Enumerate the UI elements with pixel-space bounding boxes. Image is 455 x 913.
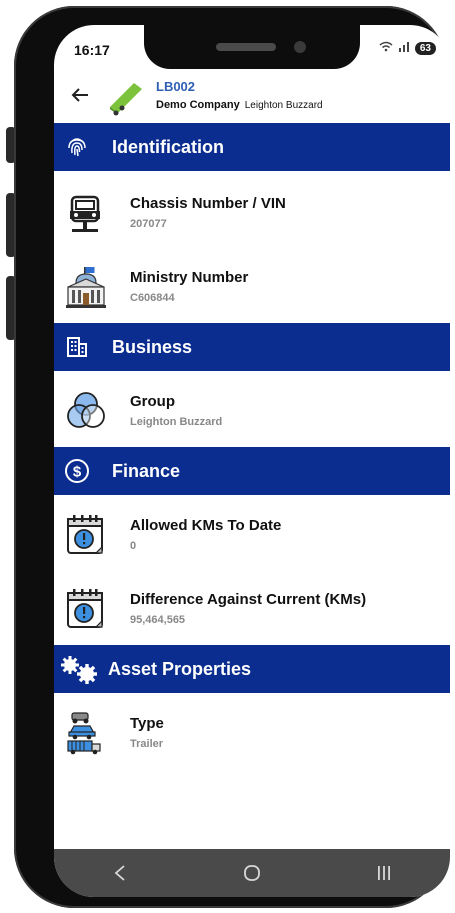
row-type[interactable]: Type Trailer: [54, 695, 450, 769]
row-label: Ministry Number: [130, 269, 249, 286]
car-icon: [64, 191, 108, 235]
section-title: Business: [112, 336, 193, 357]
row-label: Difference Against Current (KMs): [130, 591, 367, 608]
row-label: Type: [130, 715, 164, 732]
wifi-icon: [379, 41, 393, 55]
signal-icon: [398, 41, 410, 55]
speaker: [216, 43, 276, 51]
truck-trailer-icon: [106, 77, 146, 117]
status-icons: 63: [379, 41, 436, 55]
phone-screen: 16:17 63 LB002 Demo Company Leighton Buz…: [54, 25, 450, 897]
back-arrow-icon[interactable]: [70, 85, 90, 109]
section-business: Business: [54, 323, 450, 371]
section-finance: $ Finance: [54, 447, 450, 495]
row-label: Allowed KMs To Date: [130, 517, 282, 534]
calendar-alert-icon: [64, 587, 108, 631]
row-chassis-number[interactable]: Chassis Number / VIN 207077: [54, 175, 450, 249]
dollar-circle-icon: $: [62, 456, 92, 486]
fingerprint-icon: [62, 132, 92, 162]
nav-home-icon[interactable]: [222, 853, 282, 893]
app-bar: LB002 Demo Company Leighton Buzzard: [54, 71, 450, 123]
government-building-icon: [64, 265, 108, 309]
row-value: 207077: [130, 218, 167, 230]
nav-recents-icon[interactable]: [354, 853, 414, 893]
asset-code: LB002: [156, 79, 196, 94]
row-value: Trailer: [130, 738, 164, 750]
section-title: Asset Properties: [108, 658, 252, 679]
row-group[interactable]: Group Leighton Buzzard: [54, 373, 450, 447]
nav-back-icon[interactable]: [90, 853, 150, 893]
calendar-alert-icon: [64, 513, 108, 557]
phone-notch: [144, 25, 360, 69]
row-label: Chassis Number / VIN: [130, 195, 286, 212]
status-time: 16:17: [74, 42, 110, 58]
row-value: 0: [130, 540, 137, 552]
phone-frame: 16:17 63 LB002 Demo Company Leighton Buz…: [14, 6, 450, 908]
section-title: Identification: [112, 136, 224, 157]
asset-location: Leighton Buzzard: [244, 100, 323, 111]
row-value: C606844: [130, 292, 175, 304]
asset-subtitle: Demo Company Leighton Buzzard: [156, 99, 323, 111]
section-identification: Identification: [54, 123, 450, 171]
group-venn-icon: [64, 389, 108, 433]
row-value: Leighton Buzzard: [130, 416, 223, 428]
company-name: Demo Company: [156, 99, 240, 111]
building-icon: [62, 332, 92, 362]
row-allowed-kms[interactable]: Allowed KMs To Date 0: [54, 497, 450, 571]
row-difference-kms[interactable]: Difference Against Current (KMs) 95,464,…: [54, 571, 450, 645]
section-title: Finance: [112, 460, 181, 481]
row-label: Group: [130, 393, 175, 410]
battery-badge: 63: [414, 41, 436, 55]
camera-icon: [294, 41, 306, 53]
row-ministry-number[interactable]: Ministry Number C606844: [54, 249, 450, 323]
svg-text:$: $: [73, 464, 82, 481]
gears-icon: [58, 654, 102, 684]
android-nav-bar: [54, 849, 450, 897]
section-asset-properties: Asset Properties: [54, 645, 450, 693]
vehicles-icon: [64, 711, 108, 755]
row-value: 95,464,565: [130, 614, 186, 626]
